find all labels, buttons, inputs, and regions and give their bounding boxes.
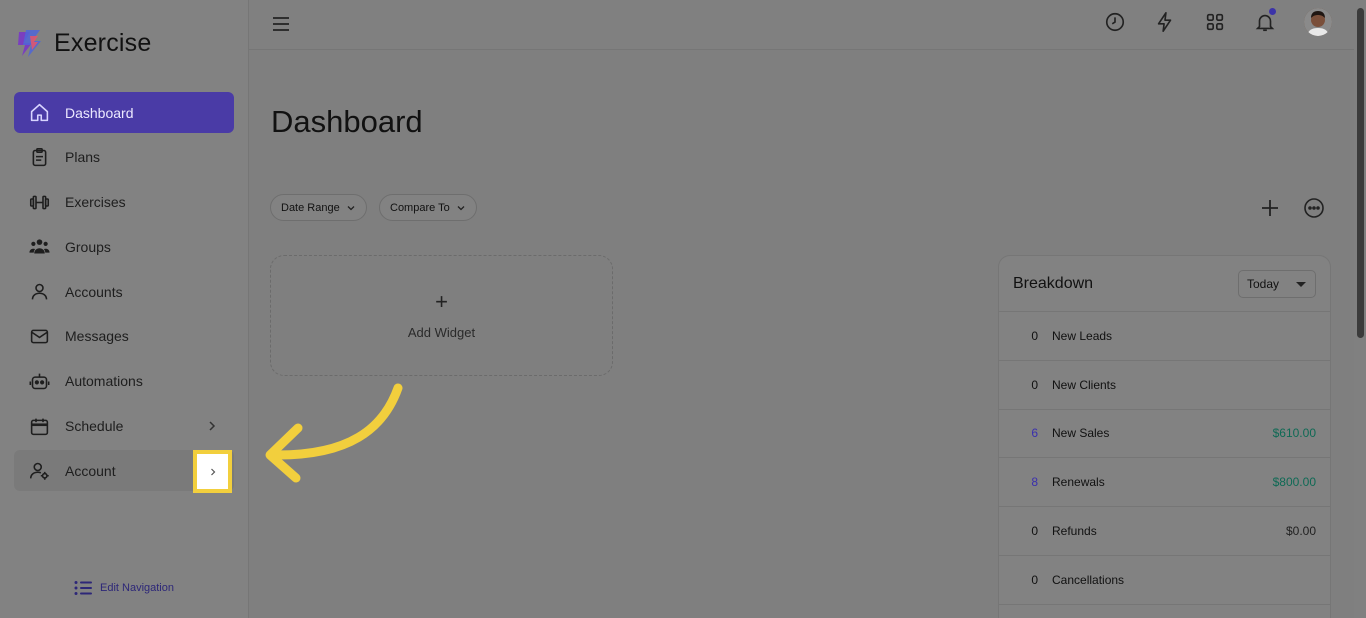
calendar-icon [28,415,50,437]
sidebar-item-label: Account [65,462,116,479]
breakdown-card: Breakdown Today 0 New Leads 0 New Client… [998,255,1331,618]
row-label: New Leads [1052,328,1113,343]
sidebar-item-label: Automations [65,373,143,390]
row-count: 0 [1031,328,1038,343]
row-count: 0 [1031,377,1038,392]
breakdown-header: Breakdown Today [999,256,1330,312]
account-expand-button[interactable] [193,450,232,493]
row-label: Cancellations [1052,572,1125,587]
breakdown-row-refunds: 0 Refunds $0.00 [999,507,1330,556]
chevron-right-icon[interactable] [204,418,220,434]
row-amount: $0.00 [1285,524,1316,539]
top-icons [1104,8,1354,36]
row-count: 0 [1031,524,1038,539]
sidebar-item-label: Accounts [65,283,123,300]
edit-navigation-link[interactable]: Edit Navigation [74,580,174,596]
more-options-icon[interactable] [1303,197,1325,219]
add-widget-card[interactable]: + Add Widget [270,255,613,376]
user-gear-icon [28,460,50,482]
breakdown-row-new-leads: 0 New Leads [999,312,1330,361]
row-label: Renewals [1052,475,1105,490]
top-bar [249,0,1354,50]
compare-to-label: Compare To [390,201,450,214]
edit-navigation-label: Edit Navigation [100,582,174,594]
page-title: Dashboard [271,104,423,139]
plus-icon[interactable] [1259,197,1281,219]
period-select-value: Today [1247,277,1280,291]
row-count: 0 [1031,572,1038,587]
row-amount: $800.00 [1272,475,1316,490]
mail-icon [28,325,50,347]
dumbbell-icon [28,191,50,213]
sidebar-nav: Dashboard Plans Exercises Groups Account… [14,92,234,495]
breakdown-row-new-clients: 0 New Clients [999,361,1330,410]
lightning-icon[interactable] [1154,11,1176,33]
row-count: 6 [1031,426,1038,441]
scroll-thumb[interactable] [1357,8,1364,338]
plus-icon: + [435,289,448,314]
sidebar-item-exercises[interactable]: Exercises [14,182,234,223]
date-range-button[interactable]: Date Range [270,194,367,221]
breakdown-title: Breakdown [1013,274,1094,292]
caret-down-icon [1296,282,1306,287]
period-select[interactable]: Today [1238,270,1316,298]
app-logo[interactable]: Exercise [16,26,151,60]
home-icon [28,102,50,124]
apps-grid-icon[interactable] [1204,11,1226,33]
avatar[interactable] [1304,8,1332,36]
sidebar: Exercise Dashboard Plans Exercises Group… [0,0,249,618]
hamburger-menu-icon[interactable] [271,14,291,34]
sidebar-item-label: Exercises [65,194,126,211]
sidebar-item-label: Groups [65,238,111,255]
row-label: Refunds [1052,524,1097,539]
sidebar-item-label: Plans [65,149,101,166]
sidebar-item-groups[interactable]: Groups [14,226,234,267]
sidebar-item-automations[interactable]: Automations [14,361,234,402]
tutorial-arrow-icon [265,383,403,483]
compare-to-button[interactable]: Compare To [379,194,477,221]
robot-icon [28,370,50,392]
breakdown-row-cancellations: 0 Cancellations [999,556,1330,605]
app-name: Exercise [54,28,152,57]
sidebar-item-plans[interactable]: Plans [14,137,234,178]
sidebar-item-dashboard[interactable]: Dashboard [14,92,234,133]
clipboard-icon [28,146,50,168]
sidebar-item-schedule[interactable]: Schedule [14,406,234,447]
sidebar-item-label: Schedule [65,418,124,435]
row-label: New Clients [1052,377,1117,392]
user-icon [28,281,50,303]
chevron-right-icon [210,468,215,475]
breakdown-row-renewals: 8 Renewals $800.00 [999,458,1330,508]
row-amount: $610.00 [1272,426,1316,441]
bell-icon[interactable] [1254,8,1276,33]
sidebar-item-label: Dashboard [65,104,134,121]
date-range-label: Date Range [281,201,340,214]
sidebar-item-accounts[interactable]: Accounts [14,271,234,312]
chevron-down-icon [347,205,355,210]
row-label: New Sales [1052,426,1110,441]
history-icon[interactable] [1104,11,1126,33]
list-icon [74,581,92,595]
sidebar-item-messages[interactable]: Messages [14,316,234,357]
avatar-photo-icon [1304,8,1332,36]
logo-icon [18,30,41,57]
notification-dot [1269,8,1276,15]
sidebar-item-label: Messages [65,328,129,345]
add-widget-label: Add Widget [407,325,476,340]
users-icon [28,236,50,258]
row-count: 8 [1031,475,1038,490]
chevron-down-icon [457,205,465,210]
breakdown-row-new-sales: 6 New Sales $610.00 [999,410,1330,459]
page-scrollbar[interactable] [1354,0,1366,618]
